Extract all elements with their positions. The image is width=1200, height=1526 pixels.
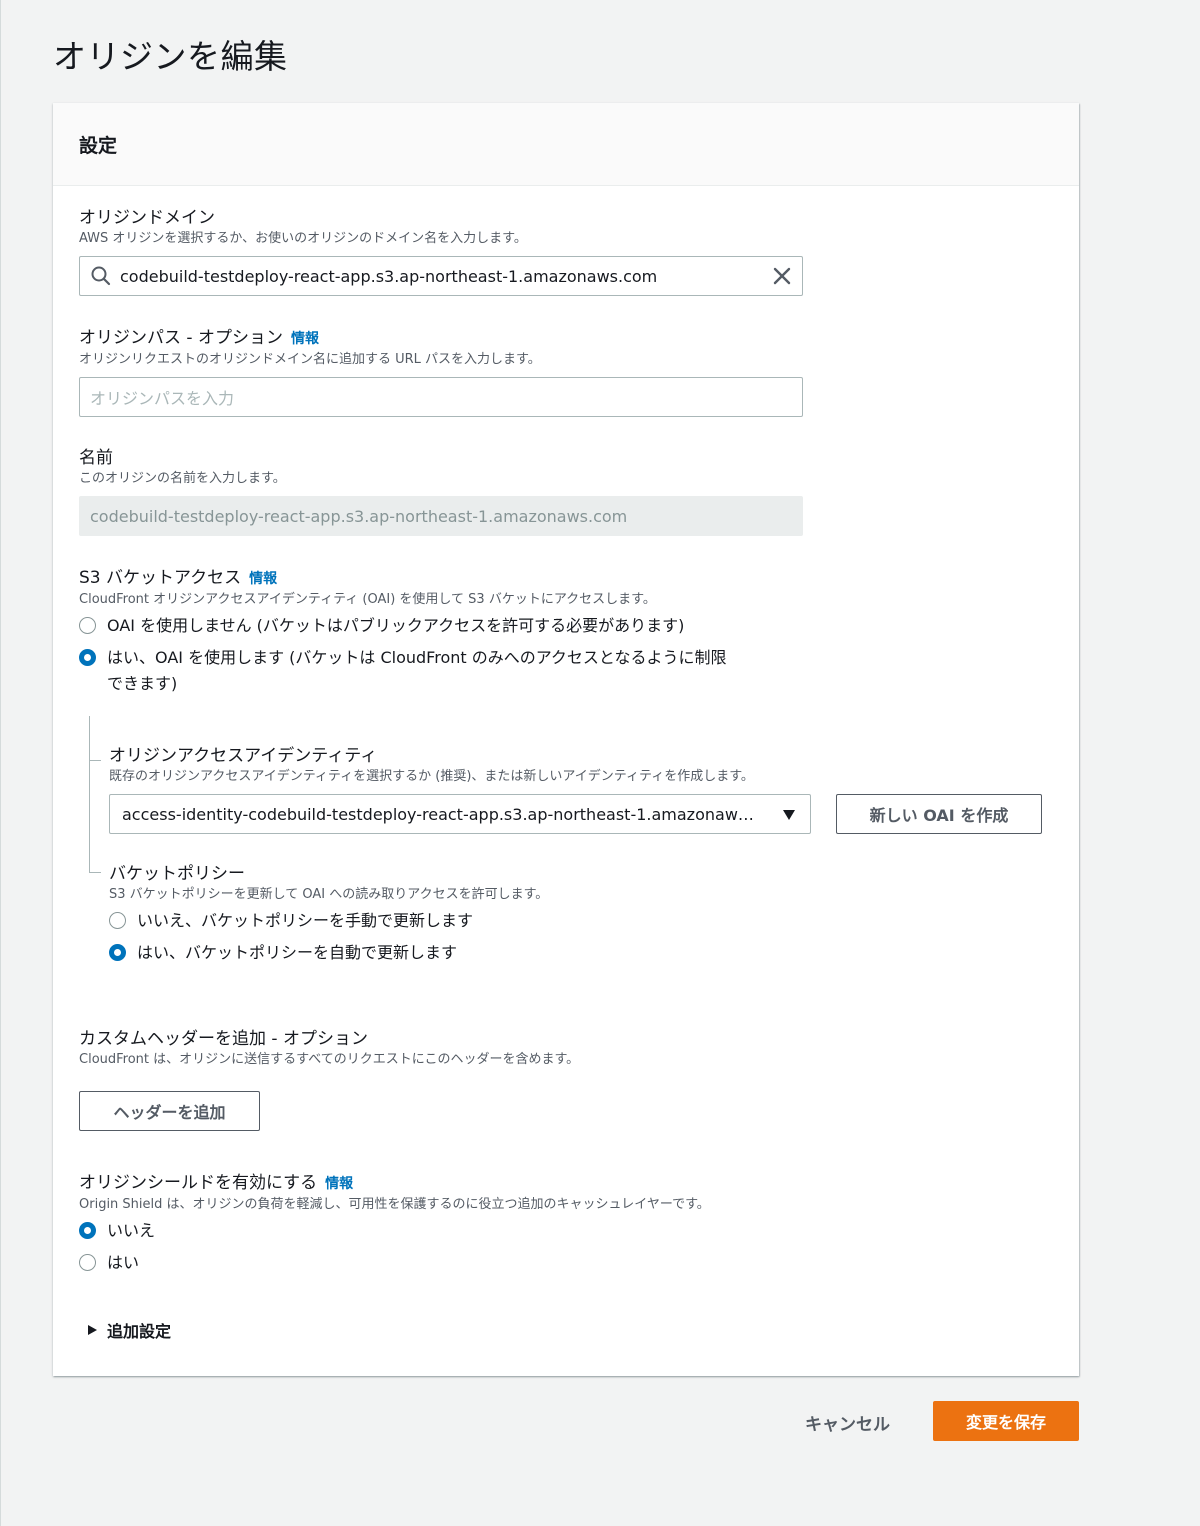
radio-label-line1: はい、OAI を使用します (バケットは CloudFront のみへのアクセス…	[107, 648, 727, 667]
oai-select[interactable]: access-identity-codebuild-testdeploy-rea…	[109, 794, 811, 834]
tree-connector-horizontal	[89, 760, 101, 761]
tree-connector-horizontal	[89, 872, 101, 873]
origin-shield-info-link[interactable]: 情報	[325, 1176, 353, 1192]
name-label: 名前	[79, 448, 113, 468]
panel-header: 設定	[53, 103, 1079, 186]
name-input: codebuild-testdeploy-react-app.s3.ap-nor…	[79, 496, 803, 536]
oai-selected-value: access-identity-codebuild-testdeploy-rea…	[122, 804, 754, 824]
caret-down-icon	[783, 810, 795, 820]
settings-panel: 設定 オリジンドメイン AWS オリジンを選択するか、お使いのオリジンのドメイン…	[53, 103, 1079, 1376]
additional-settings-toggle[interactable]: 追加設定	[87, 1318, 171, 1342]
add-header-button[interactable]: ヘッダーを追加	[79, 1091, 260, 1131]
s3-access-description: CloudFront オリジンアクセスアイデンティティ (OAI) を使用して …	[79, 592, 656, 607]
caret-right-icon	[88, 1325, 97, 1335]
radio-button[interactable]	[109, 912, 126, 929]
origin-path-label: オリジンパス - オプション 情報	[79, 327, 803, 350]
s3-access-info-link[interactable]: 情報	[249, 571, 277, 587]
origin-path-label-text: オリジンパス - オプション	[79, 328, 283, 348]
origin-path-info-link[interactable]: 情報	[291, 331, 319, 347]
radio-button-checked[interactable]	[79, 1222, 96, 1239]
origin-domain-value: codebuild-testdeploy-react-app.s3.ap-nor…	[120, 266, 658, 286]
s3-access-option-no-oai[interactable]: OAI を使用しません (バケットはパブリックアクセスを許可する必要があります)	[79, 613, 726, 639]
origin-shield-description: Origin Shield は、オリジンの負荷を軽減し、可用性を保護するのに役立…	[79, 1197, 710, 1212]
name-value: codebuild-testdeploy-react-app.s3.ap-nor…	[90, 506, 628, 526]
origin-path-input[interactable]: オリジンパスを入力	[79, 377, 803, 417]
bucket-policy-label: バケットポリシー	[109, 864, 245, 884]
additional-settings-label: 追加設定	[107, 1322, 172, 1341]
radio-label: OAI を使用しません (バケットはパブリックアクセスを許可する必要があります)	[107, 616, 685, 635]
radio-button-checked[interactable]	[109, 944, 126, 961]
origin-shield-option-no[interactable]: いいえ	[79, 1218, 710, 1244]
search-icon	[91, 266, 111, 286]
radio-button[interactable]	[79, 1254, 96, 1271]
radio-label: いいえ	[107, 1221, 156, 1240]
s3-access-label-text: S3 バケットアクセス	[79, 568, 242, 588]
create-oai-button[interactable]: 新しい OAI を作成	[836, 794, 1042, 834]
custom-header-label: カスタムヘッダーを追加 - オプション	[79, 1029, 368, 1049]
bucket-policy-section: バケットポリシー S3 バケットポリシーを更新して OAI への読み取りアクセス…	[109, 863, 548, 966]
origin-shield-section: オリジンシールドを有効にする 情報 Origin Shield は、オリジンの負荷…	[79, 1172, 710, 1276]
custom-header-section: カスタムヘッダーを追加 - オプション CloudFront は、オリジンに送信…	[79, 1028, 579, 1131]
origin-path-description: オリジンリクエストのオリジンドメイン名に追加する URL パスを入力します。	[79, 352, 541, 367]
close-icon[interactable]	[772, 266, 792, 286]
radio-label: はい、バケットポリシーを自動で更新します	[137, 943, 458, 962]
origin-path-placeholder: オリジンパスを入力	[90, 389, 235, 408]
cancel-button[interactable]: キャンセル	[805, 1410, 890, 1435]
save-changes-button[interactable]: 変更を保存	[933, 1401, 1079, 1441]
additional-settings-expander[interactable]: 追加設定	[87, 1318, 171, 1342]
oai-section: オリジンアクセスアイデンティティ 既存のオリジンアクセスアイデンティティを選択す…	[109, 745, 1042, 834]
origin-shield-option-yes[interactable]: はい	[79, 1250, 710, 1276]
radio-label: はい、OAI を使用します (バケットは CloudFront のみへのアクセス…	[107, 645, 726, 697]
origin-domain-label: オリジンドメイン	[79, 208, 215, 228]
s3-access-section: S3 バケットアクセス 情報 CloudFront オリジンアクセスアイデンティテ…	[79, 567, 726, 697]
origin-domain-description: AWS オリジンを選択するか、お使いのオリジンのドメイン名を入力します。	[79, 231, 527, 246]
radio-label: はい	[107, 1253, 140, 1272]
radio-label: いいえ、バケットポリシーを手動で更新します	[137, 911, 474, 930]
oai-label: オリジンアクセスアイデンティティ	[109, 746, 378, 766]
origin-domain-input[interactable]: codebuild-testdeploy-react-app.s3.ap-nor…	[79, 256, 803, 296]
radio-button[interactable]	[79, 617, 96, 634]
origin-shield-label-text: オリジンシールドを有効にする	[79, 1173, 318, 1193]
bucket-policy-option-auto[interactable]: はい、バケットポリシーを自動で更新します	[109, 940, 548, 966]
panel-title: 設定	[79, 135, 118, 157]
oai-description: 既存のオリジンアクセスアイデンティティを選択するか (推奨)、または新しいアイデ…	[109, 769, 754, 784]
custom-header-description: CloudFront は、オリジンに送信するすべてのリクエストにこのヘッダーを含…	[79, 1052, 580, 1067]
origin-path-section: オリジンパス - オプション 情報 オリジンリクエストのオリジンドメイン名に追加す…	[79, 327, 803, 417]
bucket-policy-description: S3 バケットポリシーを更新して OAI への読み取りアクセスを許可します。	[109, 887, 549, 902]
s3-access-label: S3 バケットアクセス 情報	[79, 567, 726, 590]
origin-domain-section: オリジンドメイン AWS オリジンを選択するか、お使いのオリジンのドメイン名を入…	[79, 207, 803, 296]
radio-label-line2: できます)	[107, 674, 178, 693]
s3-access-option-use-oai[interactable]: はい、OAI を使用します (バケットは CloudFront のみへのアクセス…	[79, 645, 726, 697]
radio-button-checked[interactable]	[79, 649, 96, 666]
oai-controls: access-identity-codebuild-testdeploy-rea…	[109, 794, 1042, 834]
name-section: 名前 このオリジンの名前を入力します。 codebuild-testdeploy…	[79, 447, 803, 536]
tree-connector-vertical	[89, 716, 90, 872]
origin-shield-label: オリジンシールドを有効にする 情報	[79, 1172, 710, 1195]
page-title: オリジンを編集	[53, 37, 288, 76]
bucket-policy-option-manual[interactable]: いいえ、バケットポリシーを手動で更新します	[109, 908, 548, 934]
name-description: このオリジンの名前を入力します。	[79, 471, 286, 486]
